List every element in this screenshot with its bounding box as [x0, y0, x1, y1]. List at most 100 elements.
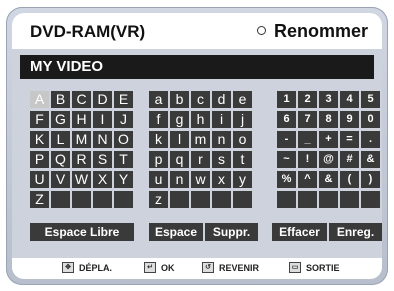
name-value: MY VIDEO [30, 58, 104, 75]
key-empty[interactable] [191, 191, 210, 208]
key-upper-1-3[interactable]: I [93, 111, 112, 128]
key-upper-5-0[interactable]: Z [30, 191, 49, 208]
key-symbols-1-0[interactable]: 6 [277, 111, 296, 128]
key-symbols-1-4[interactable]: 0 [361, 111, 380, 128]
key-symbols-3-0[interactable]: ~ [277, 151, 296, 168]
key-upper-4-1[interactable]: V [51, 171, 70, 188]
key-symbols-0-3[interactable]: 4 [340, 91, 359, 108]
key-symbols-4-2[interactable]: & [319, 171, 338, 188]
key-symbols-4-3[interactable]: ( [340, 171, 359, 188]
clear-button[interactable]: Effacer [272, 223, 327, 241]
key-upper-2-0[interactable]: K [30, 131, 49, 148]
key-symbols-1-1[interactable]: 7 [298, 111, 317, 128]
key-lower-0-4[interactable]: e [233, 91, 252, 108]
key-upper-0-0[interactable]: A [30, 91, 49, 108]
space-button[interactable]: Espace [149, 223, 203, 241]
key-upper-2-4[interactable]: O [114, 131, 133, 148]
key-upper-3-3[interactable]: S [93, 151, 112, 168]
key-lower-3-2[interactable]: r [191, 151, 210, 168]
key-upper-4-4[interactable]: Y [114, 171, 133, 188]
key-symbols-2-1[interactable]: _ [298, 131, 317, 148]
key-lower-2-4[interactable]: o [233, 131, 252, 148]
key-symbols-0-4[interactable]: 5 [361, 91, 380, 108]
key-upper-0-3[interactable]: D [93, 91, 112, 108]
help-exit-label: SORTIE [306, 262, 340, 273]
key-empty[interactable] [361, 191, 380, 208]
key-lower-4-4[interactable]: y [233, 171, 252, 188]
key-upper-0-1[interactable]: B [51, 91, 70, 108]
key-symbols-1-3[interactable]: 9 [340, 111, 359, 128]
key-upper-1-2[interactable]: H [72, 111, 91, 128]
key-symbols-2-3[interactable]: = [340, 131, 359, 148]
key-upper-0-4[interactable]: E [114, 91, 133, 108]
key-symbols-3-4[interactable]: & [361, 151, 380, 168]
key-upper-2-2[interactable]: M [72, 131, 91, 148]
key-lower-0-2[interactable]: c [191, 91, 210, 108]
delete-button[interactable]: Suppr. [205, 223, 258, 241]
key-upper-3-4[interactable]: T [114, 151, 133, 168]
key-lower-3-3[interactable]: s [212, 151, 231, 168]
key-symbols-2-0[interactable]: - [277, 131, 296, 148]
key-lower-4-1[interactable]: n [170, 171, 189, 188]
key-symbols-2-4[interactable]: . [361, 131, 380, 148]
key-lower-2-2[interactable]: m [191, 131, 210, 148]
key-empty[interactable] [51, 191, 70, 208]
key-lower-1-1[interactable]: g [170, 111, 189, 128]
key-lower-2-3[interactable]: n [212, 131, 231, 148]
key-upper-4-3[interactable]: X [93, 171, 112, 188]
key-symbols-4-0[interactable]: % [277, 171, 296, 188]
key-upper-1-1[interactable]: G [51, 111, 70, 128]
key-symbols-0-0[interactable]: 1 [277, 91, 296, 108]
rename-screen: DVD-RAM(VR) Renommer MY VIDEO ABCDE FGHIJ… [12, 13, 382, 279]
key-symbols-3-2[interactable]: @ [319, 151, 338, 168]
key-upper-1-0[interactable]: F [30, 111, 49, 128]
key-empty[interactable] [319, 191, 338, 208]
key-lower-0-1[interactable]: b [170, 91, 189, 108]
key-symbols-0-2[interactable]: 3 [319, 91, 338, 108]
key-lower-2-0[interactable]: k [149, 131, 168, 148]
key-upper-2-1[interactable]: L [51, 131, 70, 148]
key-empty[interactable] [340, 191, 359, 208]
key-symbols-4-4[interactable]: ) [361, 171, 380, 188]
key-empty[interactable] [212, 191, 231, 208]
key-lower-4-3[interactable]: x [212, 171, 231, 188]
key-upper-0-2[interactable]: C [72, 91, 91, 108]
key-lower-4-0[interactable]: u [149, 171, 168, 188]
key-lower-2-1[interactable]: l [170, 131, 189, 148]
key-empty[interactable] [298, 191, 317, 208]
help-ok-label: OK [161, 262, 175, 273]
key-empty[interactable] [277, 191, 296, 208]
key-symbols-4-1[interactable]: ^ [298, 171, 317, 188]
key-empty[interactable] [114, 191, 133, 208]
key-symbols-2-2[interactable]: + [319, 131, 338, 148]
key-upper-4-2[interactable]: W [72, 171, 91, 188]
key-lower-0-0[interactable]: a [149, 91, 168, 108]
key-empty[interactable] [93, 191, 112, 208]
key-lower-5-0[interactable]: z [149, 191, 168, 208]
key-upper-1-4[interactable]: J [114, 111, 133, 128]
key-empty[interactable] [233, 191, 252, 208]
space-free-button[interactable]: Espace Libre [30, 223, 134, 241]
key-upper-2-3[interactable]: N [93, 131, 112, 148]
key-empty[interactable] [170, 191, 189, 208]
key-upper-3-2[interactable]: R [72, 151, 91, 168]
key-lower-1-0[interactable]: f [149, 111, 168, 128]
key-lower-1-3[interactable]: i [212, 111, 231, 128]
key-lower-3-1[interactable]: q [170, 151, 189, 168]
key-lower-1-2[interactable]: h [191, 111, 210, 128]
key-empty[interactable] [72, 191, 91, 208]
key-upper-3-0[interactable]: P [30, 151, 49, 168]
key-symbols-1-2[interactable]: 8 [319, 111, 338, 128]
key-lower-3-4[interactable]: t [233, 151, 252, 168]
key-lower-4-2[interactable]: w [191, 171, 210, 188]
key-symbols-0-1[interactable]: 2 [298, 91, 317, 108]
key-symbols-3-3[interactable]: # [340, 151, 359, 168]
key-lower-3-0[interactable]: p [149, 151, 168, 168]
save-button[interactable]: Enreg. [329, 223, 382, 241]
name-input[interactable]: MY VIDEO [20, 55, 374, 79]
key-upper-3-1[interactable]: Q [51, 151, 70, 168]
key-upper-4-0[interactable]: U [30, 171, 49, 188]
key-lower-1-4[interactable]: j [233, 111, 252, 128]
key-lower-0-3[interactable]: d [212, 91, 231, 108]
key-symbols-3-1[interactable]: ! [298, 151, 317, 168]
